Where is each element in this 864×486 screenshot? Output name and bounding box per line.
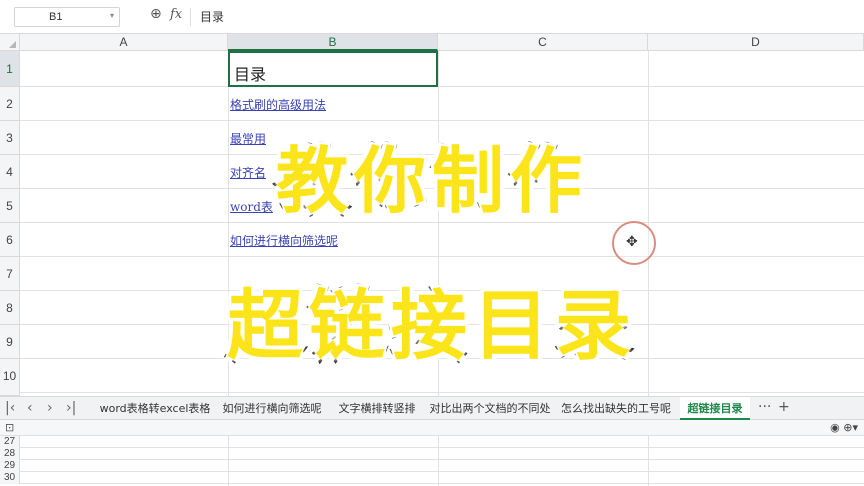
add-sheet-icon[interactable]: + [778, 399, 790, 415]
pane-icon[interactable]: ⊡ [5, 421, 14, 434]
lower-pane-grid[interactable]: 27 28 29 30 [0, 436, 864, 486]
gridline [648, 436, 649, 486]
select-all-corner[interactable] [0, 34, 20, 51]
row-header-27[interactable]: 27 [0, 436, 20, 448]
row-header-2[interactable]: 2 [0, 87, 20, 121]
gridline [20, 120, 864, 121]
gridline [228, 436, 229, 486]
view-icons[interactable]: ◉ ⊕▾ [830, 421, 858, 434]
sheet-tab[interactable]: 对比出两个文档的不同处 [428, 397, 552, 420]
lower-pane-toolbar: ⊡ ◉ ⊕▾ [0, 420, 864, 436]
select-all-icon [9, 41, 16, 48]
row-header-28[interactable]: 28 [0, 448, 20, 460]
sheet-tab[interactable]: 文字横排转竖排 [332, 397, 422, 420]
sheet-tab-bar: |‹ ‹ › ›| word表格转excel表格 如何进行横向筛选呢 文字横排转… [0, 396, 864, 420]
column-header-d[interactable]: D [648, 34, 864, 51]
selected-cell-b1[interactable]: 目录 [228, 51, 438, 87]
gridline [20, 392, 864, 393]
table-row: 30 [0, 472, 864, 484]
gridline [20, 86, 864, 87]
row-header-30[interactable]: 30 [0, 472, 20, 484]
hyperlink-cell-b2[interactable]: 格式刷的高级用法 [230, 96, 326, 113]
formula-divider [190, 8, 191, 26]
cell-b1-text: 目录 [234, 65, 267, 84]
sheet-tab[interactable]: word表格转excel表格 [96, 397, 214, 420]
move-cursor-icon: ✥ [626, 234, 638, 250]
column-header-a[interactable]: A [20, 34, 228, 51]
next-sheet-icon[interactable]: › [47, 400, 53, 416]
name-box-value: B1 [49, 11, 63, 23]
last-sheet-icon[interactable]: ›| [66, 400, 76, 416]
row-header-29[interactable]: 29 [0, 460, 20, 472]
hyperlink-cell-b6[interactable]: 如何进行横向筛选呢 [230, 232, 338, 249]
column-header-b[interactable]: B [228, 34, 438, 51]
row-header-1[interactable]: 1 [0, 51, 20, 87]
sheet-tab-active[interactable]: 超链接目录 [680, 397, 750, 420]
fx-icon[interactable]: fx [170, 7, 182, 22]
column-header-c[interactable]: C [438, 34, 648, 51]
sheet-tab[interactable]: 怎么找出缺失的工号呢 [560, 397, 672, 420]
name-box[interactable]: B1 ▾ [14, 7, 120, 27]
formula-input[interactable]: 目录 [200, 8, 224, 25]
column-header-row: A B C D [0, 34, 864, 51]
chevron-down-icon[interactable]: ▾ [110, 11, 114, 20]
overlay-title-line2: 超链接目录 [225, 279, 637, 373]
gridline [438, 436, 439, 486]
prev-sheet-icon[interactable]: ‹ [27, 400, 33, 416]
overlay-title-line1: 教你制作 [273, 137, 588, 226]
table-row: 29 [0, 460, 864, 472]
row-header-6[interactable]: 6 [0, 223, 20, 257]
first-sheet-icon[interactable]: |‹ [5, 400, 15, 416]
more-sheets-icon[interactable]: ··· [758, 399, 771, 415]
table-row: 27 [0, 436, 864, 448]
sheet-tab[interactable]: 如何进行横向筛选呢 [220, 397, 324, 420]
zoom-icon[interactable]: ⊕ [150, 6, 162, 22]
formula-bar: B1 ▾ ⊕ fx 目录 [0, 0, 864, 34]
table-row: 28 [0, 448, 864, 460]
gridline [20, 256, 864, 257]
